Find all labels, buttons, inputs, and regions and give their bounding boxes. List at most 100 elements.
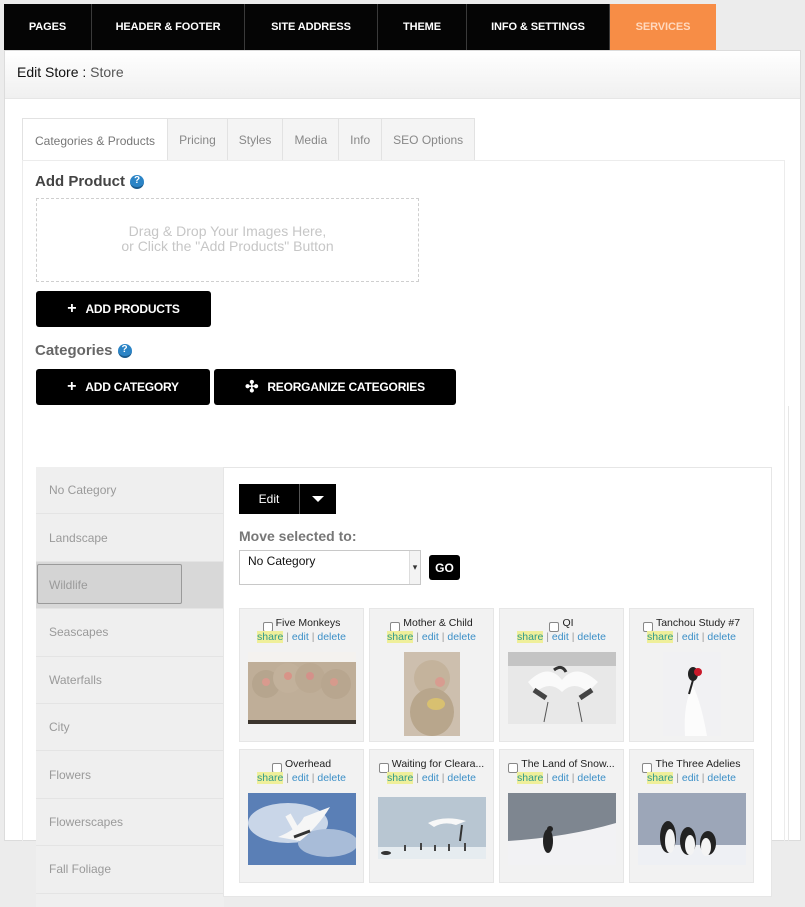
question-circle-icon[interactable]: ? (117, 343, 132, 358)
scrollbar-track[interactable] (788, 406, 789, 841)
add-products-label: ADD PRODUCTS (85, 302, 180, 316)
edit-link[interactable]: edit (422, 772, 439, 784)
product-title: The Three Adelies (655, 758, 741, 770)
category-item[interactable]: City (36, 704, 224, 752)
edit-link[interactable]: edit (422, 631, 439, 643)
share-link[interactable]: share (387, 631, 414, 643)
nav-services[interactable]: SERVICES (610, 4, 716, 50)
add-product-title: Add Product (35, 173, 125, 190)
edit-button[interactable]: Edit (239, 484, 300, 514)
category-item[interactable]: No Category (36, 467, 224, 515)
category-label: Flowerscapes (49, 814, 124, 829)
page-title-main: Edit Store (17, 64, 79, 80)
share-link[interactable]: share (387, 772, 414, 784)
snow-monkey-mother-thumbnail[interactable] (403, 652, 460, 736)
tab-bar: Categories & Products Pricing Styles Med… (22, 118, 476, 162)
page-title-separator: : (78, 64, 91, 80)
go-button[interactable]: GO (429, 555, 460, 580)
reorganize-categories-button[interactable]: ✣ REORGANIZE CATEGORIES (214, 369, 456, 405)
edit-link[interactable]: edit (292, 772, 309, 784)
product-card: Tanchou Study #7 share | edit | delete (629, 608, 754, 742)
nav-info-settings[interactable]: INFO & SETTINGS (467, 4, 610, 50)
tab-info[interactable]: Info (338, 119, 382, 161)
delete-link[interactable]: delete (447, 631, 476, 643)
tab-pricing[interactable]: Pricing (167, 119, 227, 161)
category-item[interactable]: Waterfalls (36, 657, 224, 704)
product-card: Waiting for Cleara... share | edit | del… (369, 749, 494, 883)
category-item[interactable]: Landscape (36, 514, 224, 562)
product-actions: share | edit | delete (500, 631, 623, 643)
tab-seo-options[interactable]: SEO Options (381, 119, 475, 161)
question-circle-icon[interactable]: ? (130, 174, 144, 189)
product-card: Five Monkeys share | edit | delete (239, 608, 364, 742)
plus-icon: + (67, 300, 77, 317)
tab-content: Add Product ? Drag & Drop Your Images He… (22, 160, 785, 907)
product-card: The Land of Snow... share | edit | delet… (499, 749, 624, 883)
add-products-button[interactable]: + ADD PRODUCTS (36, 291, 211, 327)
category-list: No Category Landscape Wildlife Seascapes… (36, 467, 224, 907)
nav-theme[interactable]: THEME (378, 4, 467, 50)
penguin-snow-thumbnail[interactable] (507, 793, 616, 865)
product-title: Five Monkeys (275, 617, 341, 629)
product-title: Tanchou Study #7 (655, 617, 741, 629)
nav-header-footer[interactable]: HEADER & FOOTER (92, 4, 245, 50)
move-arrows-icon: ✣ (245, 379, 259, 396)
share-link[interactable]: share (517, 772, 544, 784)
share-link[interactable]: share (257, 772, 284, 784)
share-link[interactable]: share (517, 631, 544, 643)
edit-link[interactable]: edit (682, 631, 699, 643)
delete-link[interactable]: delete (317, 631, 346, 643)
product-actions: share | edit | delete (240, 631, 363, 643)
category-item[interactable]: Fall Foliage (36, 846, 224, 894)
share-link[interactable]: share (647, 772, 674, 784)
tab-media[interactable]: Media (282, 119, 339, 161)
category-label: City (49, 720, 70, 735)
product-title: The Land of Snow... (521, 758, 615, 770)
add-product-heading: Add Product ? (35, 173, 144, 190)
share-link[interactable]: share (257, 631, 284, 643)
delete-link[interactable]: delete (707, 772, 736, 784)
tab-styles[interactable]: Styles (226, 119, 283, 161)
cranes-dancing-thumbnail[interactable] (507, 652, 616, 724)
product-title: Overhead (284, 758, 332, 770)
crane-landing-flock-thumbnail[interactable] (377, 797, 486, 859)
category-item[interactable]: Flowerscapes (36, 799, 224, 847)
move-selected-label: Move selected to: (239, 528, 357, 544)
categories-title: Categories (35, 342, 113, 359)
category-item[interactable]: Seascapes (36, 609, 224, 657)
edit-dropdown-toggle[interactable] (300, 484, 336, 514)
product-actions: share | edit | delete (370, 772, 493, 784)
edit-link[interactable]: edit (552, 772, 569, 784)
action-separator: | (673, 772, 682, 784)
nav-site-address[interactable]: SITE ADDRESS (245, 4, 378, 50)
snow-monkeys-group-thumbnail[interactable] (247, 652, 356, 724)
category-label: No Category (49, 483, 117, 498)
category-item-selected[interactable]: Wildlife (36, 561, 224, 610)
action-separator: | (413, 631, 422, 643)
move-category-select[interactable]: No Category ▾ (239, 550, 421, 585)
edit-link[interactable]: edit (552, 631, 569, 643)
add-category-button[interactable]: + ADD CATEGORY (36, 369, 210, 405)
edit-link[interactable]: edit (682, 772, 699, 784)
page-title: Edit Store : Store (5, 51, 800, 99)
nav-pages[interactable]: PAGES (4, 4, 92, 50)
delete-link[interactable]: delete (707, 631, 736, 643)
product-actions: share | edit | delete (240, 772, 363, 784)
share-link[interactable]: share (647, 631, 674, 643)
delete-link[interactable]: delete (577, 631, 606, 643)
edit-dropdown-group: Edit (239, 484, 336, 514)
product-actions: share | edit | delete (370, 631, 493, 643)
add-category-label: ADD CATEGORY (85, 380, 179, 394)
category-item[interactable]: Flowers (36, 751, 224, 799)
delete-link[interactable]: delete (577, 772, 606, 784)
crane-flying-sky-thumbnail[interactable] (247, 793, 356, 865)
delete-link[interactable]: delete (447, 772, 476, 784)
main-panel: Edit Store : Store Categories & Products… (4, 50, 801, 907)
edit-link[interactable]: edit (292, 631, 309, 643)
crane-portrait-thumbnail[interactable] (662, 652, 721, 736)
delete-link[interactable]: delete (317, 772, 346, 784)
tab-categories-products[interactable]: Categories & Products (23, 119, 168, 162)
top-nav: PAGES HEADER & FOOTER SITE ADDRESS THEME… (4, 4, 716, 50)
three-penguins-thumbnail[interactable] (637, 793, 746, 865)
image-dropzone[interactable]: Drag & Drop Your Images Here, or Click t… (36, 198, 419, 282)
